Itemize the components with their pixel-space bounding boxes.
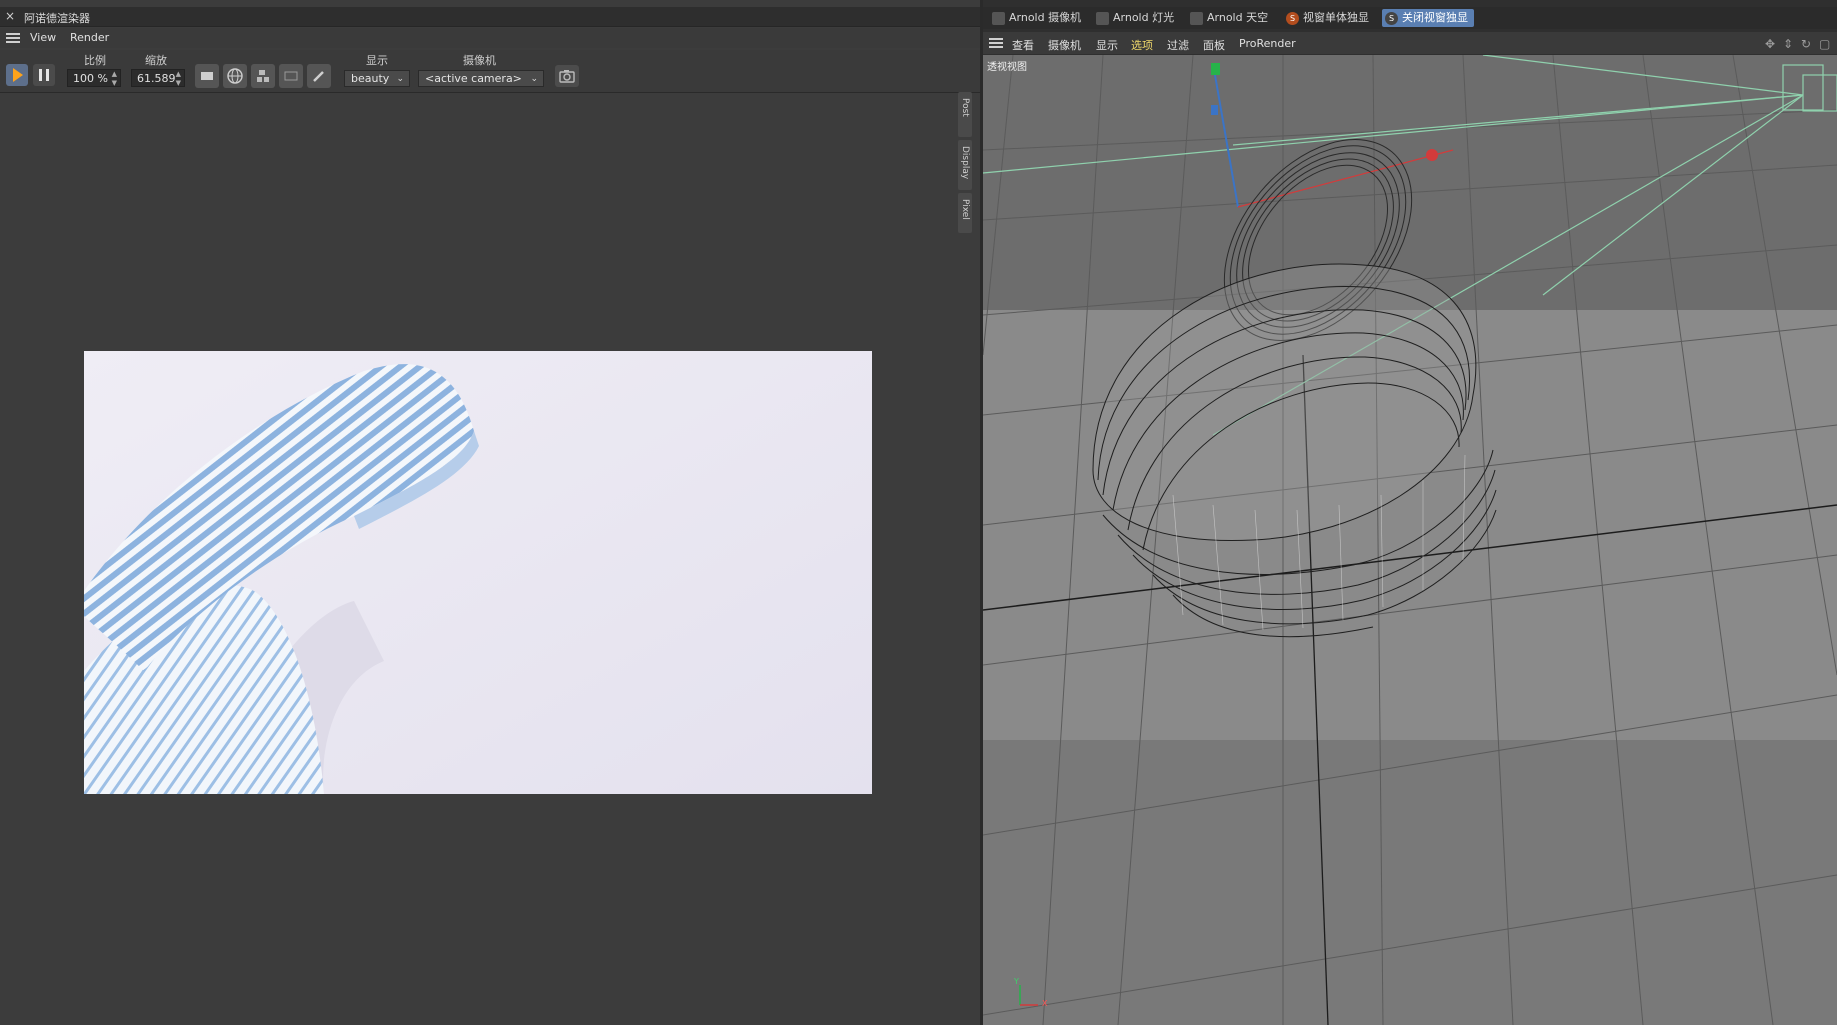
arnold-camera-tab[interactable]: Arnold 摄像机 bbox=[989, 9, 1087, 27]
render-preview-image bbox=[84, 351, 872, 794]
region-render-icon[interactable] bbox=[195, 64, 219, 88]
viewport-menu-bar: 查看 摄像机 显示 选项 过滤 面板 ProRender ✥ ⇕ ↻ ▢ bbox=[983, 32, 1837, 54]
dolly-icon[interactable]: ⇕ bbox=[1783, 37, 1793, 51]
grid-icon[interactable] bbox=[279, 64, 303, 88]
menu-options[interactable]: 选项 bbox=[1131, 37, 1153, 53]
ratio-value: 100 % bbox=[73, 72, 108, 85]
channels-icon[interactable] bbox=[251, 64, 275, 88]
arnold-toolbar: Arnold 摄像机 Arnold 灯光 Arnold 天空 S 视窗单体独显 … bbox=[983, 7, 1837, 29]
arnold-sky-tab[interactable]: Arnold 天空 bbox=[1187, 9, 1274, 27]
viewport-scene bbox=[983, 55, 1837, 1025]
menu-filter[interactable]: 过滤 bbox=[1167, 37, 1189, 53]
zoom-value: 61.589 bbox=[137, 72, 176, 85]
hamburger-icon[interactable] bbox=[989, 38, 1003, 48]
render-window-titlebar: × 阿诺德渲染器 bbox=[0, 7, 980, 27]
move-icon[interactable]: ✥ bbox=[1765, 37, 1775, 51]
menu-render[interactable]: Render bbox=[70, 31, 109, 44]
arnold-camera-icon bbox=[992, 12, 1005, 25]
menu-view[interactable]: 查看 bbox=[1012, 37, 1034, 53]
play-icon[interactable] bbox=[6, 64, 28, 86]
side-tab-pixel[interactable]: Pixel bbox=[958, 193, 972, 233]
chevron-down-icon: ⌄ bbox=[530, 74, 538, 84]
ratio-spinner[interactable]: 100 % ▲ ▼ bbox=[67, 69, 121, 87]
menu-view[interactable]: View bbox=[30, 31, 56, 44]
x-axis-label: X bbox=[1042, 999, 1048, 1008]
render-window-title: 阿诺德渲染器 bbox=[24, 12, 90, 25]
render-toolbar: 比例 100 % ▲ ▼ 缩放 61.589 ▲ ▼ 显示 beauty ⌄ 摄… bbox=[0, 50, 980, 93]
maximize-icon[interactable]: ▢ bbox=[1819, 37, 1830, 51]
side-tab-display[interactable]: Display bbox=[958, 140, 972, 190]
camera-label: 摄像机 bbox=[463, 54, 496, 67]
globe-icon[interactable] bbox=[223, 64, 247, 88]
arnold-sky-icon bbox=[1190, 12, 1203, 25]
close-icon[interactable]: × bbox=[5, 9, 15, 23]
camera-dropdown[interactable]: <active camera> ⌄ bbox=[418, 70, 544, 87]
zoom-spinner[interactable]: 61.589 ▲ ▼ bbox=[131, 69, 185, 87]
ratio-label: 比例 bbox=[84, 54, 106, 67]
side-tab-post[interactable]: Post bbox=[958, 92, 972, 137]
close-solo-tab[interactable]: S 关闭视窗独显 bbox=[1382, 9, 1474, 27]
zoom-label: 缩放 bbox=[145, 54, 167, 67]
viewport-label: 透视视图 bbox=[987, 62, 1027, 73]
menu-camera[interactable]: 摄像机 bbox=[1048, 37, 1081, 53]
spinner-arrows-icon[interactable]: ▲ ▼ bbox=[112, 70, 117, 88]
arnold-light-tab[interactable]: Arnold 灯光 bbox=[1093, 9, 1180, 27]
hamburger-icon[interactable] bbox=[6, 33, 20, 43]
render-menu-bar: View Render bbox=[0, 28, 980, 48]
menu-panel[interactable]: 面板 bbox=[1203, 37, 1225, 53]
pause-icon[interactable] bbox=[33, 64, 55, 86]
camera-value: <active camera> bbox=[425, 72, 522, 85]
spinner-arrows-icon[interactable]: ▲ ▼ bbox=[176, 70, 181, 88]
camera-snapshot-icon[interactable] bbox=[555, 65, 579, 87]
display-label: 显示 bbox=[366, 54, 388, 67]
chevron-down-icon: ⌄ bbox=[396, 74, 404, 84]
arnold-light-icon bbox=[1096, 12, 1109, 25]
display-value: beauty bbox=[351, 72, 390, 85]
y-axis-label: Y bbox=[1014, 977, 1019, 986]
rotate-icon[interactable]: ↻ bbox=[1801, 37, 1811, 51]
viewport-panel: Arnold 摄像机 Arnold 灯光 Arnold 天空 S 视窗单体独显 … bbox=[983, 0, 1837, 1025]
color-picker-icon[interactable] bbox=[307, 64, 331, 88]
render-window: × 阿诺德渲染器 View Render 比例 100 % ▲ ▼ 缩放 61.5… bbox=[0, 0, 980, 1025]
perspective-viewport[interactable]: 透视视图 Y X bbox=[983, 55, 1837, 1025]
render-side-tabs: Post Display Pixel bbox=[958, 92, 972, 236]
menu-display[interactable]: 显示 bbox=[1096, 37, 1118, 53]
solo-off-icon: S bbox=[1385, 12, 1398, 25]
solo-icon: S bbox=[1286, 12, 1299, 25]
menu-prorender[interactable]: ProRender bbox=[1239, 37, 1296, 50]
solo-view-tab[interactable]: S 视窗单体独显 bbox=[1283, 9, 1375, 27]
display-dropdown[interactable]: beauty ⌄ bbox=[344, 70, 410, 87]
